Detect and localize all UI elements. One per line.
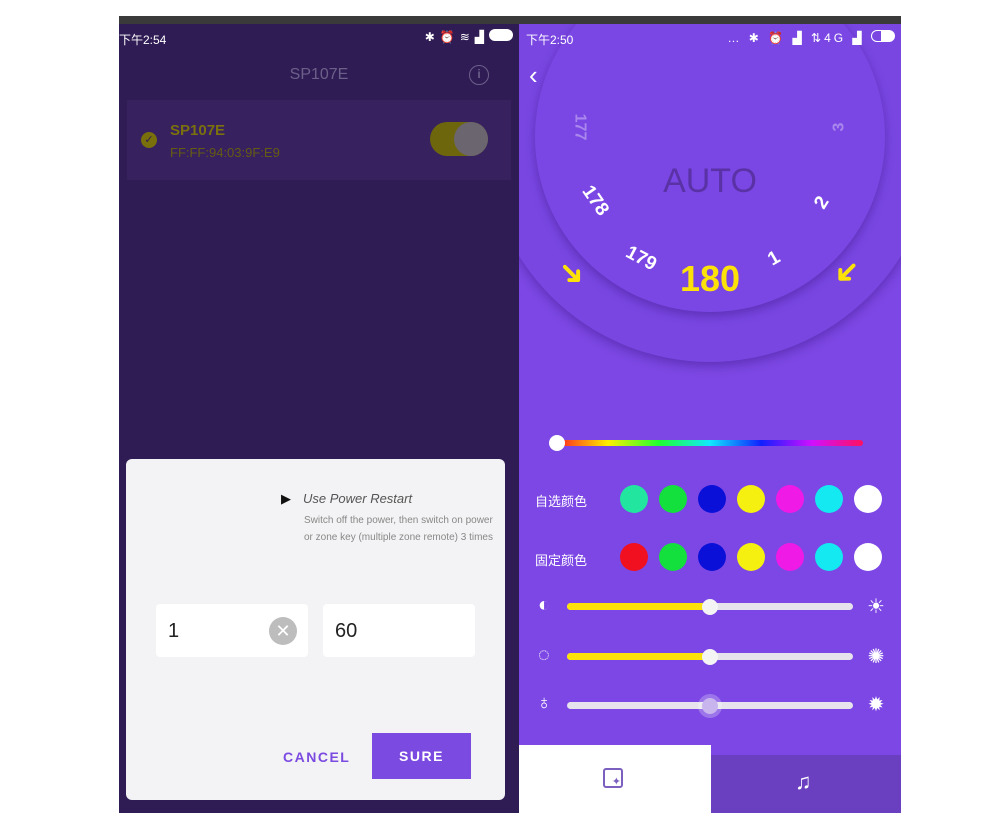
- slider-thumb[interactable]: [702, 697, 718, 714]
- slider-thumb[interactable]: [702, 648, 718, 665]
- left-screen: 下午2:54 ✱⏰≋▟ SP107E i ✓ SP107E FF:FF:94:0…: [119, 24, 519, 813]
- info-icon[interactable]: i: [469, 65, 489, 85]
- color-swatch[interactable]: [737, 543, 765, 571]
- dialog-line-2: or zone key (multiple zone remote) 3 tim…: [304, 532, 493, 543]
- cancel-button[interactable]: CANCEL: [283, 749, 350, 765]
- start-input[interactable]: 1 ✕: [156, 604, 308, 657]
- hue-slider-thumb[interactable]: [549, 435, 565, 451]
- device-name: SP107E: [170, 122, 226, 139]
- wifi-icon: ≋: [459, 30, 475, 44]
- bulb-icon: ♁: [536, 692, 552, 714]
- color-swatch[interactable]: [815, 485, 843, 513]
- device-card[interactable]: ✓ SP107E FF:FF:94:03:9F:E9: [127, 100, 511, 180]
- device-mac: FF:FF:94:03:9F:E9: [170, 145, 280, 160]
- dial-number[interactable]: 3: [830, 123, 848, 132]
- network-type: 4G: [824, 31, 847, 45]
- battery-icon: [489, 29, 513, 41]
- start-input-value: 1: [168, 620, 180, 642]
- battery-icon: [871, 30, 895, 42]
- slider-thumb[interactable]: [702, 598, 718, 615]
- back-button[interactable]: ‹: [529, 60, 538, 91]
- dial-mode: AUTO: [663, 162, 757, 200]
- custom-colors-label: 自选颜色: [535, 494, 588, 509]
- check-icon: ✓: [141, 132, 157, 148]
- speed-icon: ◌: [538, 644, 550, 666]
- sure-button[interactable]: SURE: [372, 733, 471, 779]
- end-input-value: 60: [335, 620, 358, 642]
- custom-colors-row: [620, 485, 882, 513]
- music-icon: ♫: [795, 769, 812, 794]
- fixed-colors-row: [620, 543, 882, 571]
- signal-icon: ▟: [474, 30, 489, 44]
- clear-icon[interactable]: ✕: [269, 617, 297, 645]
- color-swatch[interactable]: [776, 485, 804, 513]
- tab-music[interactable]: ♫: [711, 755, 901, 813]
- color-swatch[interactable]: [776, 543, 804, 571]
- power-restart-dialog: ▶ Use Power Restart Switch off the power…: [126, 459, 505, 800]
- status-icons: … ✱ ⏰ ▟ ⇅4G ▟: [727, 30, 895, 45]
- effects-icon: ✦: [603, 768, 623, 788]
- color-swatch[interactable]: [698, 543, 726, 571]
- color-swatch[interactable]: [815, 543, 843, 571]
- color-swatch[interactable]: [659, 543, 687, 571]
- bluetooth-icon: ✱: [424, 30, 440, 44]
- play-icon: ▶: [281, 491, 291, 506]
- brightness-slider[interactable]: [567, 598, 853, 615]
- fixed-colors-label: 固定颜色: [535, 553, 588, 568]
- dial-number[interactable]: 177: [570, 114, 588, 141]
- color-swatch[interactable]: [854, 485, 882, 513]
- color-swatch[interactable]: [854, 543, 882, 571]
- color-swatch[interactable]: [620, 543, 648, 571]
- color-swatch[interactable]: [737, 485, 765, 513]
- dialog-heading: Use Power Restart: [303, 491, 413, 506]
- sparkle-icon: ✺: [867, 646, 885, 668]
- white-slider[interactable]: [567, 697, 853, 714]
- bulb-on-icon: ✹: [867, 694, 885, 716]
- dialog-line-1: Switch off the power, then switch on pow…: [304, 515, 493, 526]
- hue-slider[interactable]: [549, 435, 863, 451]
- color-swatch[interactable]: [698, 485, 726, 513]
- page-title: SP107E: [289, 66, 349, 83]
- speed-slider[interactable]: [567, 648, 853, 665]
- top-strip: [119, 16, 901, 24]
- status-time: 下午2:50: [526, 33, 574, 47]
- end-input[interactable]: 60: [323, 604, 475, 657]
- color-swatch[interactable]: [659, 485, 687, 513]
- alarm-icon: ⏰: [439, 30, 460, 44]
- contrast-icon: ◐: [537, 594, 551, 616]
- right-screen: 下午2:50 … ✱ ⏰ ▟ ⇅4G ▟ ‹ AUTO 180 177 178 …: [519, 24, 901, 813]
- sun-icon: ☀: [867, 596, 885, 618]
- status-icons: ✱⏰≋▟: [425, 29, 513, 44]
- status-time: 下午2:54: [119, 33, 167, 47]
- color-swatch[interactable]: [620, 485, 648, 513]
- tab-effects[interactable]: ✦: [519, 745, 711, 813]
- connection-toggle[interactable]: [430, 122, 488, 156]
